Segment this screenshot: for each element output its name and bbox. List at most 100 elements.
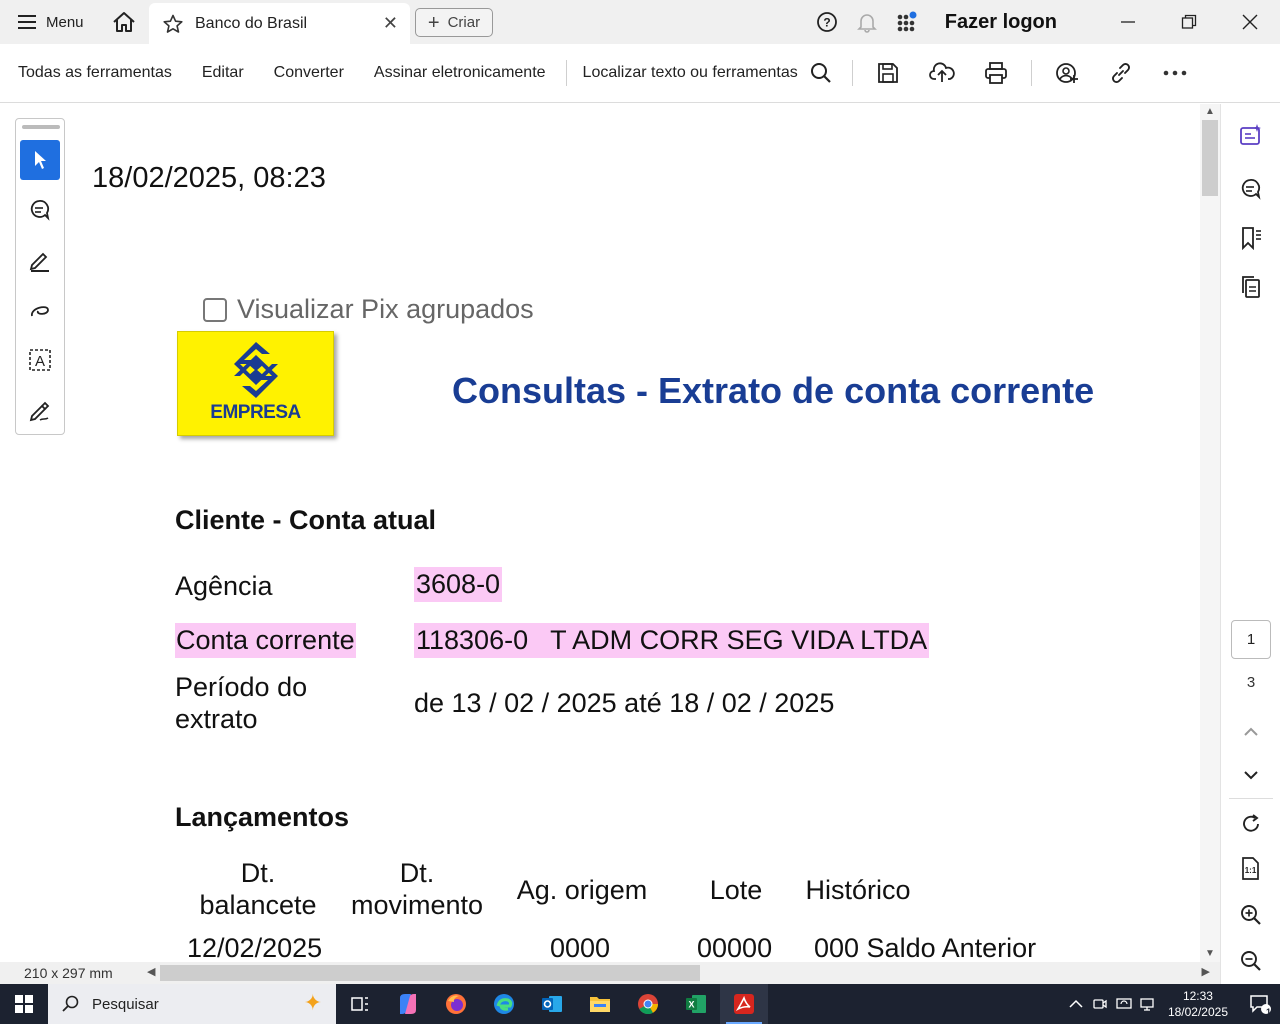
apps-grid-icon[interactable] [887,0,927,44]
tab-banco-do-brasil[interactable]: Banco do Brasil ✕ [149,3,410,44]
help-icon[interactable]: ? [807,0,847,44]
ai-assistant-icon[interactable] [1236,120,1266,150]
cloud-upload-icon[interactable] [915,51,969,95]
svg-text:1:1: 1:1 [1245,866,1257,875]
tab-close-icon[interactable]: ✕ [383,13,398,34]
copilot-app-icon[interactable] [384,984,432,1024]
link-icon[interactable] [1094,51,1148,95]
main-toolbar: Todas as ferramentas Editar Converter As… [0,44,1280,103]
taskbar-search[interactable]: Pesquisar ✦ [48,984,336,1024]
text-box-icon: A [29,349,51,371]
pages-thumbnails-icon[interactable] [1236,272,1266,302]
svg-text:?: ? [823,16,830,30]
bb-empresa-logo: EMPRESA [177,331,334,436]
start-button[interactable] [0,984,48,1024]
excel-app-icon[interactable]: X [672,984,720,1024]
outlook-app-icon[interactable] [528,984,576,1024]
zoom-in-icon[interactable] [1236,900,1266,930]
pix-grouped-label: Visualizar Pix agrupados [237,294,534,324]
draw-tool[interactable] [20,290,60,330]
create-label: Criar [447,14,481,31]
restore-icon[interactable] [1158,0,1219,44]
bookmarks-icon[interactable] [1236,223,1266,253]
taskbar-clock[interactable]: 12:33 18/02/2025 [1168,988,1228,1020]
titlebar-right: ? Fazer logon [807,0,1280,44]
actual-size-icon[interactable]: 1:1 [1236,854,1266,884]
home-button[interactable] [100,0,148,44]
highlight-tool[interactable] [20,240,60,280]
login-button[interactable]: Fazer logon [945,11,1057,34]
search-icon [810,63,831,83]
minimize-icon[interactable] [1097,0,1158,44]
svg-text:X: X [688,1000,694,1010]
sign-menu[interactable]: Assinar eletronicamente [374,64,546,82]
panel-grip[interactable] [22,125,60,129]
save-icon[interactable] [861,51,915,95]
print-icon[interactable] [969,51,1023,95]
file-explorer-app-icon[interactable] [576,984,624,1024]
header-dt-balancete: Dt. balancete [188,857,328,921]
freehand-icon [31,306,49,317]
header-text: Dt. [240,858,276,888]
meet-now-icon[interactable] [1088,984,1112,1024]
notification-badge: 1 [1265,1007,1271,1017]
edge-app-icon[interactable] [480,984,528,1024]
create-button[interactable]: + Criar [415,8,493,37]
header-lote: Lote [709,875,763,905]
hamburger-icon [18,15,36,29]
network-icon[interactable] [1136,984,1160,1024]
share-user-icon[interactable] [1040,51,1094,95]
text-box-tool[interactable]: A [20,340,60,380]
zoom-out-icon[interactable] [1236,946,1266,976]
all-tools-menu[interactable]: Todas as ferramentas [18,64,172,82]
notification-center[interactable]: 1 [1240,984,1280,1024]
scroll-up-arrow-icon[interactable]: ▲ [1205,106,1215,117]
firefox-app-icon[interactable] [432,984,480,1024]
menu-button[interactable]: Menu [0,0,100,44]
status-bar: 210 x 297 mm ◀ ▶ [0,962,1220,984]
menu-label: Menu [46,13,84,31]
page-size-indicator: 210 x 297 mm [24,965,113,981]
vertical-scrollbar[interactable]: ▲ ▼ [1200,104,1220,962]
pix-grouped-checkbox[interactable]: Visualizar Pix agrupados [203,294,534,325]
bell-icon[interactable] [847,0,887,44]
edit-menu[interactable]: Editar [202,64,244,82]
current-page-input[interactable]: 1 [1231,620,1271,659]
select-tool[interactable] [20,140,60,180]
display-sync-icon[interactable] [1112,984,1136,1024]
comment-tool[interactable] [20,190,60,230]
page-title: Consultas - Extrato de conta corrente [452,370,1095,411]
find-tools-search[interactable]: Localizar texto ou ferramentas [583,62,832,84]
close-window-icon[interactable] [1219,0,1280,44]
rotate-icon[interactable] [1236,809,1266,839]
convert-menu[interactable]: Converter [274,64,344,82]
comments-panel-icon[interactable] [1236,174,1266,204]
cell-historico: 000 Saldo Anterior [814,933,1037,963]
star-icon[interactable] [163,14,183,34]
scroll-down-arrow-icon[interactable]: ▼ [1205,948,1215,959]
task-view-icon[interactable] [336,984,384,1024]
svg-text:A: A [35,353,45,370]
checkbox-icon[interactable] [203,297,227,322]
sign-tool[interactable] [20,390,60,430]
more-options-icon[interactable] [1148,51,1202,95]
toolbar-divider [851,60,853,86]
horizontal-scroll-thumb[interactable] [160,965,700,981]
scroll-right-arrow-icon[interactable]: ▶ [1202,965,1210,978]
scroll-left-arrow-icon[interactable]: ◀ [147,965,155,978]
home-icon [113,12,135,32]
next-page-icon[interactable] [1236,760,1266,790]
previous-page-icon[interactable] [1236,717,1266,747]
account-value: 118306-0 T ADM CORR SEG VIDA LTDA [414,623,930,658]
chrome-app-icon[interactable] [624,984,672,1024]
chevron-up-icon[interactable] [1064,984,1088,1024]
vertical-scroll-thumb[interactable] [1202,120,1218,196]
header-text: balancete [199,890,317,920]
bb-logo-icon [234,342,278,398]
toolbar-divider [1030,60,1032,86]
acrobat-app-icon[interactable] [720,984,768,1024]
horizontal-scrollbar[interactable]: ◀ ▶ [143,962,1220,984]
copilot-sparkle-icon: ✦ [303,990,322,1015]
pen-highlight-icon [29,252,49,272]
account-label: Conta corrente [175,623,356,658]
